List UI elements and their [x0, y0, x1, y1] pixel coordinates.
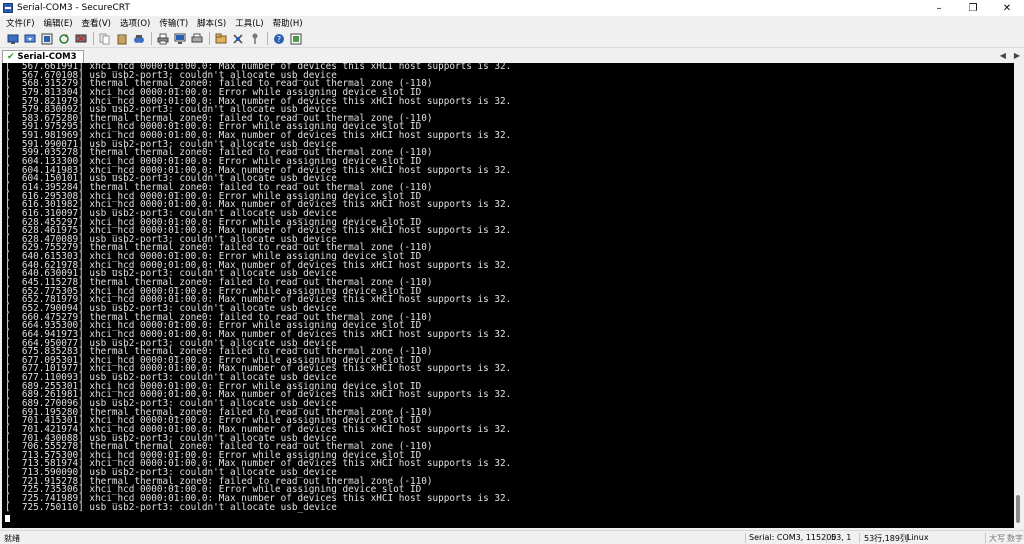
menu-bar: 文件(F) 编辑(E) 查看(V) 选项(O) 传输(T) 脚本(S) 工具(L… — [0, 16, 1024, 30]
printer-setup-button[interactable] — [190, 32, 204, 46]
toolbar: ? — [0, 30, 1024, 48]
svg-text:?: ? — [277, 35, 281, 44]
global-options-button[interactable] — [231, 32, 245, 46]
global-options-icon — [233, 33, 243, 44]
status-ready: 就绪 — [4, 534, 20, 543]
tab-scroll-right-icon[interactable]: ▶ — [1014, 51, 1020, 60]
toolbar-separator — [267, 32, 268, 45]
keymap-button[interactable] — [248, 32, 262, 46]
about-button[interactable] — [289, 32, 303, 46]
status-connection: Serial: COM3, 115200 — [749, 533, 837, 542]
print-screen-icon — [174, 33, 186, 44]
toolbar-separator — [209, 32, 210, 45]
key-icon — [252, 33, 258, 44]
menu-help[interactable]: 帮助(H) — [273, 17, 303, 29]
session-tab-label: Serial-COM3 — [17, 52, 77, 62]
connect-icon — [7, 34, 19, 44]
status-bar: 就绪 Serial: COM3, 115200 53, 1 53行,189列 L… — [0, 530, 1024, 544]
print-icon — [157, 33, 169, 44]
toolbar-separator — [151, 32, 152, 45]
print-button[interactable] — [156, 32, 170, 46]
close-button[interactable]: ✕ — [990, 0, 1024, 16]
find-icon — [134, 34, 144, 43]
session-tab-bar: ✔ Serial-COM3 ◀ ▶ — [0, 49, 1024, 63]
menu-tools[interactable]: 工具(L) — [235, 17, 263, 29]
menu-options[interactable]: 选项(O) — [120, 17, 150, 29]
print-screen-button[interactable] — [173, 32, 187, 46]
status-divider — [859, 533, 860, 543]
terminal-scrollbar[interactable] — [1014, 63, 1022, 528]
toolbar-separator — [93, 32, 94, 45]
terminal-cursor — [5, 515, 10, 522]
copy-button[interactable] — [98, 32, 112, 46]
securecrt-app-icon — [3, 3, 13, 13]
title-bar: Serial-COM3 - SecureCRT – ❐ ✕ — [0, 0, 1024, 16]
reconnect-icon — [59, 33, 69, 44]
about-icon — [290, 33, 302, 44]
status-terminal-size: 53行,189列 — [864, 534, 908, 543]
printer-setup-icon — [191, 33, 203, 42]
reconnect-button[interactable] — [57, 32, 71, 46]
session-tab[interactable]: ✔ Serial-COM3 — [2, 50, 84, 63]
connect-button[interactable] — [6, 32, 20, 46]
status-divider — [826, 533, 827, 543]
session-options-icon — [215, 33, 227, 43]
connect-tab-button[interactable] — [40, 32, 54, 46]
terminal-output[interactable]: [ 567.661991] xhci_hcd 0000:01:00.0: Max… — [2, 63, 1014, 528]
window-title: Serial-COM3 - SecureCRT — [17, 3, 130, 13]
terminal-line: [ 725.750110] usb usb2-port3: couldn't a… — [5, 501, 337, 513]
quick-connect-button[interactable] — [23, 32, 37, 46]
scrollbar-thumb[interactable] — [1016, 495, 1020, 523]
tab-scroll-left-icon[interactable]: ◀ — [1000, 51, 1006, 60]
session-options-button[interactable] — [214, 32, 228, 46]
help-button[interactable]: ? — [272, 32, 286, 46]
connected-check-icon: ✔ — [7, 52, 15, 62]
paste-icon — [117, 33, 127, 44]
menu-file[interactable]: 文件(F) — [6, 17, 35, 29]
copy-icon — [99, 33, 110, 44]
connect-tab-icon — [41, 33, 53, 44]
status-terminal-type: Linux — [907, 533, 929, 542]
minimize-button[interactable]: – — [922, 0, 956, 16]
disconnect-icon — [75, 34, 87, 42]
menu-view[interactable]: 查看(V) — [82, 17, 111, 29]
status-divider — [745, 533, 746, 543]
status-cursor-position: 53, 1 — [831, 533, 852, 542]
menu-script[interactable]: 脚本(S) — [197, 17, 226, 29]
paste-button[interactable] — [115, 32, 129, 46]
find-button[interactable] — [132, 32, 146, 46]
status-divider — [903, 533, 904, 543]
menu-edit[interactable]: 编辑(E) — [44, 17, 73, 29]
status-num-lock: 数字 — [1007, 534, 1023, 543]
status-caps-lock: 大写 — [989, 534, 1005, 543]
maximize-button[interactable]: ❐ — [956, 0, 990, 16]
status-divider — [985, 533, 986, 543]
menu-transfer[interactable]: 传输(T) — [159, 17, 188, 29]
help-icon: ? — [274, 33, 284, 44]
quick-connect-icon — [24, 34, 36, 42]
disconnect-button[interactable] — [74, 32, 88, 46]
